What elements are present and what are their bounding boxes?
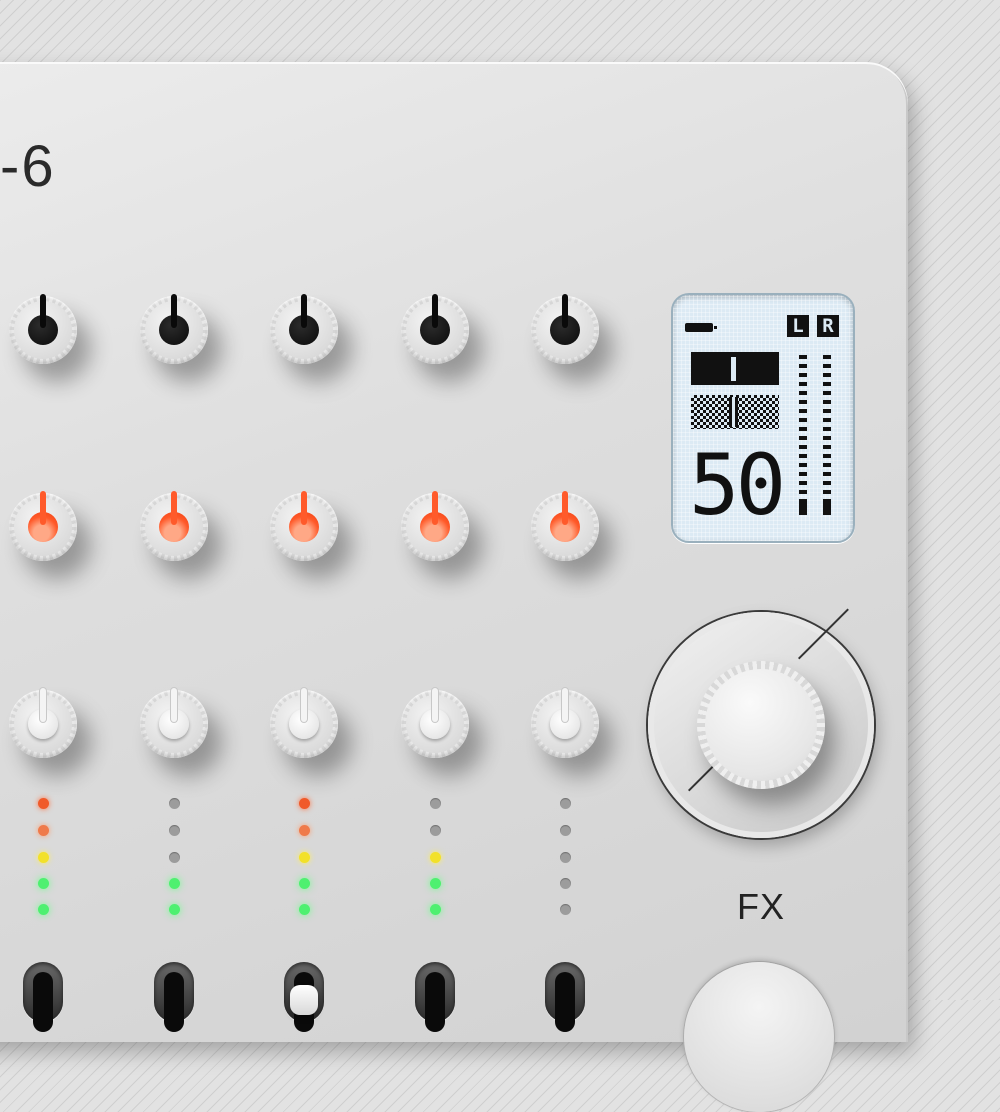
led-5-5 — [559, 903, 571, 915]
display-value: 50 — [689, 436, 786, 534]
knob-black-4[interactable] — [401, 294, 469, 364]
led-4-5 — [429, 903, 441, 915]
fader-2[interactable] — [154, 962, 194, 1032]
fx-label: FX — [737, 886, 786, 927]
knob-black-2[interactable] — [140, 294, 208, 364]
bottom-button[interactable] — [684, 962, 834, 1112]
led-1-1 — [37, 797, 49, 809]
led-2-1 — [168, 797, 180, 809]
knob-black-5[interactable] — [531, 294, 599, 364]
knob-white-3[interactable] — [270, 688, 338, 758]
knob-orange-1[interactable] — [9, 491, 77, 561]
knob-black-1[interactable] — [9, 294, 77, 364]
model-label: -6 — [0, 134, 56, 199]
fader-5[interactable] — [545, 962, 585, 1032]
knob-orange-5[interactable] — [531, 491, 599, 561]
fader-1[interactable] — [23, 962, 63, 1032]
knob-black-3[interactable] — [270, 294, 338, 364]
led-5-1 — [559, 797, 571, 809]
led-4-3 — [429, 851, 441, 863]
led-2-5 — [168, 903, 180, 915]
knob-white-2[interactable] — [140, 688, 208, 758]
led-3-5 — [298, 903, 310, 915]
led-5-4 — [559, 877, 571, 889]
led-3-2 — [298, 824, 310, 836]
led-5-2 — [559, 824, 571, 836]
led-1-5 — [37, 903, 49, 915]
knob-white-4[interactable] — [401, 688, 469, 758]
led-3-4 — [298, 877, 310, 889]
parameter-bar — [691, 352, 779, 385]
knob-white-5[interactable] — [531, 688, 599, 758]
fx-encoder-knob[interactable] — [697, 661, 825, 789]
meter-right — [823, 355, 831, 515]
led-4-4 — [429, 877, 441, 889]
led-5-3 — [559, 851, 571, 863]
led-4-1 — [429, 797, 441, 809]
knob-white-1[interactable] — [9, 688, 77, 758]
led-2-3 — [168, 851, 180, 863]
led-1-4 — [37, 877, 49, 889]
fader-3-cap[interactable] — [290, 985, 318, 1015]
led-4-2 — [429, 824, 441, 836]
knob-orange-4[interactable] — [401, 491, 469, 561]
left-channel-label: L — [787, 315, 809, 337]
fader-4[interactable] — [415, 962, 455, 1032]
pan-bar — [691, 395, 779, 429]
knob-orange-3[interactable] — [270, 491, 338, 561]
right-channel-label: R — [817, 315, 839, 337]
led-3-1 — [298, 797, 310, 809]
led-3-3 — [298, 851, 310, 863]
battery-icon — [685, 323, 717, 332]
led-2-2 — [168, 824, 180, 836]
lcd-display: L R 50 — [671, 293, 855, 543]
meter-left — [799, 355, 807, 515]
led-1-2 — [37, 824, 49, 836]
led-2-4 — [168, 877, 180, 889]
led-1-3 — [37, 851, 49, 863]
knob-orange-2[interactable] — [140, 491, 208, 561]
